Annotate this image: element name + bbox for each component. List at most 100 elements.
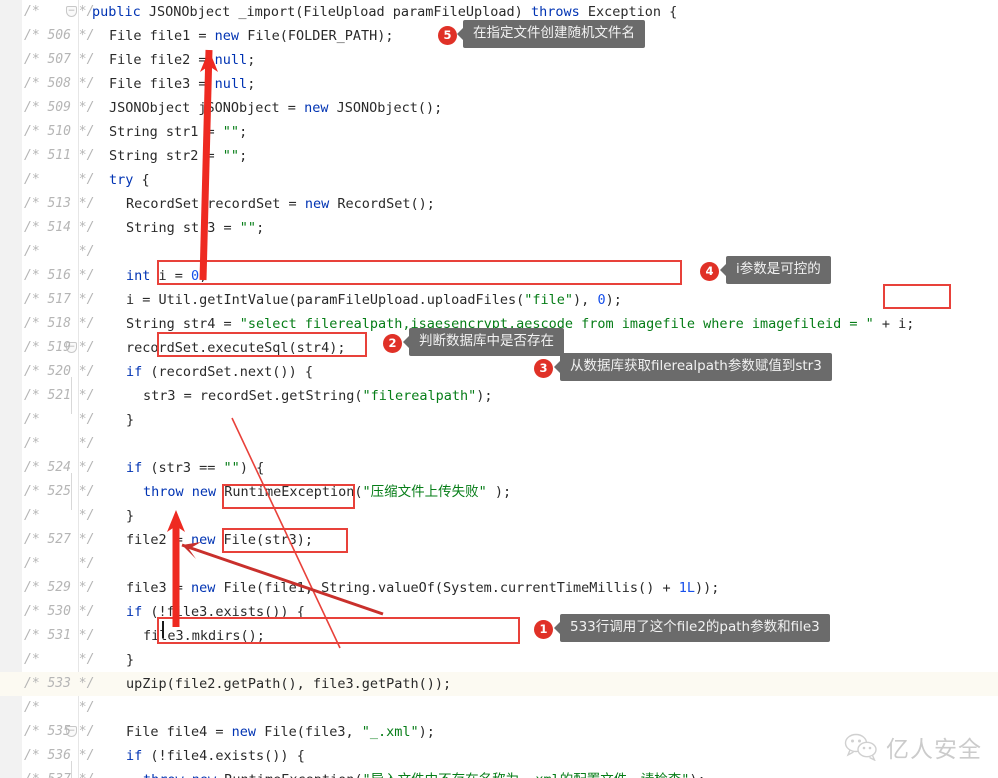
line-number: /* 529 */ (24, 580, 95, 595)
code-line[interactable]: /* */ (0, 696, 998, 720)
wechat-icon (844, 733, 877, 761)
line-number: /* 519 */ (24, 340, 95, 355)
code-text: int i = 0; (126, 268, 208, 284)
line-number: /* 530 */ (24, 604, 95, 619)
line-number: /* 536 */ (24, 748, 95, 763)
fold-region-stem (71, 473, 72, 510)
line-number: /* */ (24, 652, 95, 667)
code-line[interactable]: /* 510 */ String str1 = ""; (0, 120, 998, 144)
code-text: if (!file3.exists()) { (126, 604, 305, 620)
code-line[interactable]: /* */ (0, 432, 998, 456)
line-number: /* 537 */ (24, 768, 94, 778)
line-number: /* */ (24, 508, 95, 523)
code-text: recordSet.executeSql(str4); (126, 340, 346, 356)
code-line[interactable]: /* */} (0, 408, 998, 432)
line-number: /* */ (24, 244, 95, 259)
code-text: if (!file4.exists()) { (126, 748, 305, 764)
text-caret (162, 621, 164, 638)
code-line[interactable]: /* 527 */ file2 = new File(str3); (0, 528, 998, 552)
code-line[interactable]: /* 513 */ RecordSet recordSet = new Recor… (0, 192, 998, 216)
line-number: /* 507 */ (24, 52, 95, 67)
line-number: /* 508 */ (24, 76, 95, 91)
code-line[interactable]: −/* */try { (0, 168, 998, 353)
code-line[interactable]: /* 531 */file3.mkdirs(); (0, 624, 998, 648)
code-text: i = Util.getIntValue(paramFileUpload.upl… (126, 292, 622, 308)
line-number: /* 510 */ (24, 124, 95, 139)
annotation-marker-5[interactable]: 5 (438, 26, 457, 45)
annotation-marker-1[interactable]: 1 (534, 620, 553, 639)
code-text: file2 = new File(str3); (126, 532, 313, 548)
code-text: String str2 = ""; (109, 148, 248, 164)
line-number: /* 506 */ (24, 28, 95, 43)
code-text: File file4 = new File(file3, "_.xml"); (126, 724, 435, 740)
code-line[interactable]: /* 517 */ i = Util.getIntValue(paramFileU… (0, 288, 998, 312)
fold-region-stem (71, 761, 72, 778)
line-number: /* */ (24, 412, 95, 427)
code-text: try { (109, 172, 150, 188)
annotation-marker-3[interactable]: 3 (534, 359, 553, 378)
annotation-marker-2[interactable]: 2 (383, 334, 402, 353)
watermark-text: 亿人安全 (886, 737, 982, 763)
code-text: if (str3 == "") { (126, 460, 265, 476)
line-number: /* 521 */ (24, 388, 95, 403)
line-number: /* 525 */ (24, 484, 95, 499)
line-number: /* 511 */ (24, 148, 95, 163)
code-text: throw new RuntimeException("导入文件中不存在名称为_… (143, 768, 706, 778)
code-line[interactable]: /* */ (0, 240, 998, 264)
code-text: String str3 = ""; (126, 220, 265, 236)
line-number: /* 520 */ (24, 364, 95, 379)
code-line[interactable]: −/* 520 */if (recordSet.next()) { (0, 360, 998, 737)
line-number: /* */ (24, 556, 95, 571)
code-line[interactable]: /* 516 */ int i = 0; (0, 264, 998, 288)
watermark: 亿人安全 (844, 730, 982, 764)
line-number: /* 524 */ (24, 460, 95, 475)
code-text: } (126, 652, 135, 668)
code-line[interactable]: /* 521 */ str3 = recordSet.getString("fil… (0, 384, 998, 408)
code-line[interactable]: /* 507 */ File file2 = null; (0, 48, 998, 72)
code-line[interactable]: /* */} (0, 504, 998, 528)
line-number: /* 517 */ (24, 292, 95, 307)
annotation-tooltip-3: 从数据库获取filerealpath参数赋值到str3 (554, 353, 832, 381)
code-line[interactable]: /* 533 */ upZip(file2.getPath(), file3.ge… (0, 672, 998, 696)
line-number: /* 535 */ (24, 724, 95, 739)
code-line[interactable]: −/* 524 */if (str3 == "") { (0, 456, 998, 480)
line-number: /* */ (24, 4, 95, 19)
code-line[interactable]: /* 537 */ throw new RuntimeException("导入文… (0, 768, 998, 778)
annotation-marker-4[interactable]: 4 (700, 262, 719, 281)
code-line[interactable]: /* 514 */ String str3 = ""; (0, 216, 998, 240)
fold-region-stem (71, 377, 72, 414)
code-editor-view[interactable]: −/* */public JSONObject _import(FileUplo… (0, 0, 998, 778)
code-line[interactable]: /* 511 */ String str2 = ""; (0, 144, 998, 168)
line-number: /* */ (24, 436, 95, 451)
line-number: /* 516 */ (24, 268, 95, 283)
line-number: /* 518 */ (24, 316, 95, 331)
annotation-tooltip-5: 在指定文件创建随机文件名 (457, 20, 645, 48)
code-line[interactable]: /* 530 */ if (!file3.exists()) { (0, 600, 998, 624)
line-number: /* 509 */ (24, 100, 95, 115)
code-text: JSONObject jSONObject = new JSONObject()… (109, 100, 443, 116)
code-text: upZip(file2.getPath(), file3.getPath()); (126, 676, 452, 692)
annotation-tooltip-4: i参数是可控的 (720, 256, 831, 284)
code-text: RecordSet recordSet = new RecordSet(); (126, 196, 435, 212)
code-line[interactable]: /* 529 */ file3 = new File(file1, String.… (0, 576, 998, 600)
code-text: File file2 = null; (109, 52, 256, 68)
code-line[interactable]: /* */ (0, 552, 998, 576)
annotation-tooltip-1: 533行调用了这个file2的path参数和file3 (554, 614, 830, 642)
line-number: /* 514 */ (24, 220, 95, 235)
code-text: } (126, 412, 135, 428)
line-number: /* 513 */ (24, 196, 95, 211)
annotation-tooltip-2: 判断数据库中是否存在 (403, 328, 564, 356)
code-line[interactable]: /* 525 */ throw new RuntimeException("压缩文… (0, 480, 998, 504)
line-number: /* */ (24, 172, 95, 187)
line-number: /* 533 */ (24, 676, 95, 691)
code-line[interactable]: /* 509 */ JSONObject jSONObject = new JSO… (0, 96, 998, 120)
code-text: file3 = new File(file1, String.valueOf(S… (126, 580, 720, 596)
code-text: String str1 = ""; (109, 124, 248, 140)
code-text: if (recordSet.next()) { (126, 364, 313, 380)
code-text: } (126, 508, 135, 524)
line-number: /* 527 */ (24, 532, 95, 547)
code-line[interactable]: /* 508 */ File file3 = null; (0, 72, 998, 96)
code-text: File file3 = null; (109, 76, 256, 92)
code-line[interactable]: /* */} (0, 648, 998, 672)
line-number: /* */ (24, 700, 95, 715)
